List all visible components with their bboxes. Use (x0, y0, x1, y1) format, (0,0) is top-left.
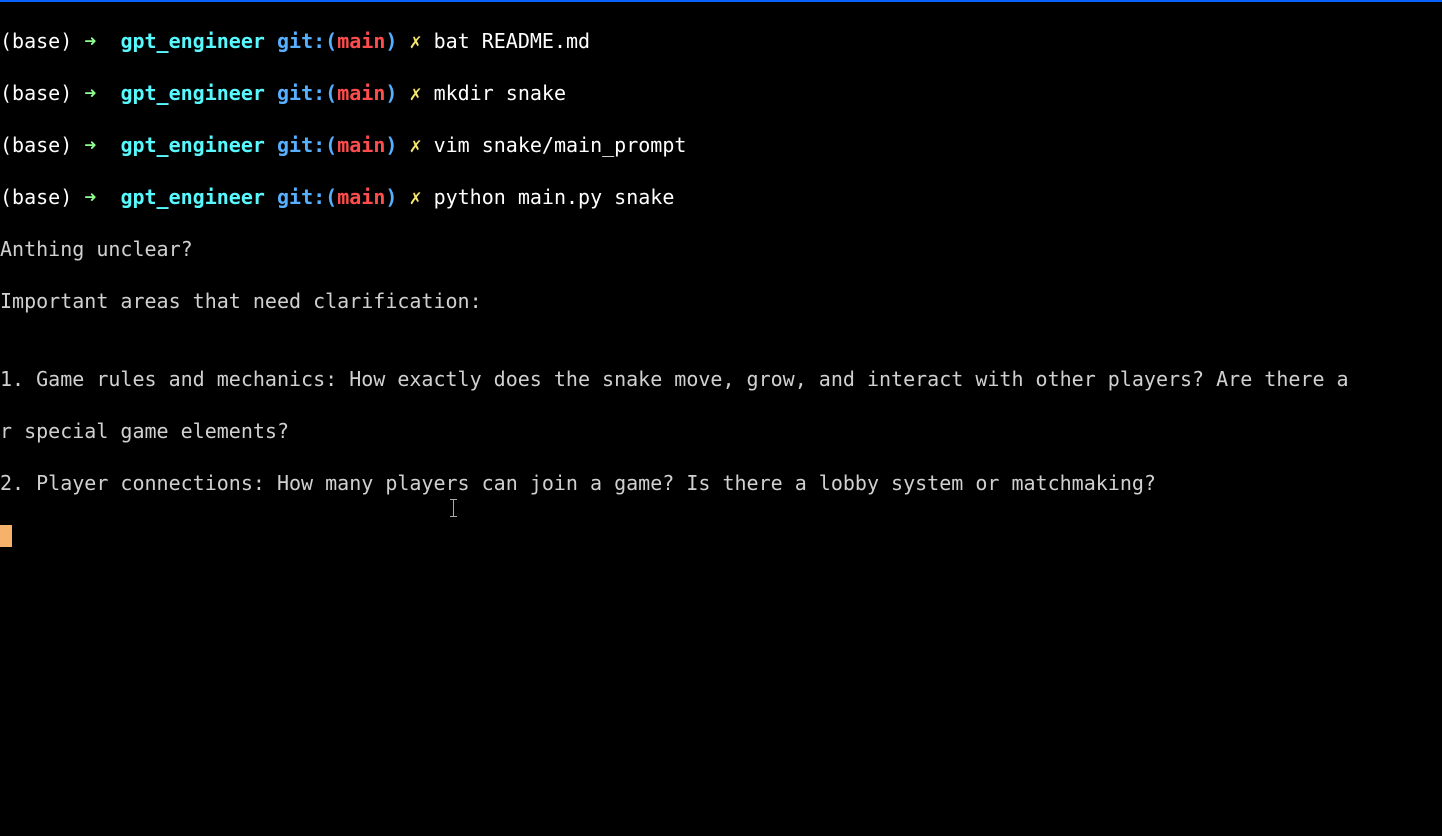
git-paren-close: ) (385, 29, 397, 53)
git-paren-close: ) (385, 81, 397, 105)
git-branch: main (337, 29, 385, 53)
git-dirty-icon: ✗ (409, 81, 421, 105)
conda-env: (base) (0, 185, 72, 209)
command-text: vim snake/main_prompt (434, 133, 687, 157)
cwd: gpt_engineer (120, 133, 265, 157)
cwd: gpt_engineer (120, 29, 265, 53)
program-output: 1. Game rules and mechanics: How exactly… (0, 366, 1442, 392)
git-branch: main (337, 81, 385, 105)
git-paren-open: ( (325, 81, 337, 105)
prompt-line: (base) ➜ gpt_engineer git:(main) ✗ pytho… (0, 184, 1442, 210)
conda-env: (base) (0, 133, 72, 157)
terminal-output[interactable]: (base) ➜ gpt_engineer git:(main) ✗ bat R… (0, 2, 1442, 574)
program-output: Anthing unclear? (0, 236, 1442, 262)
git-branch: main (337, 185, 385, 209)
git-paren-open: ( (325, 185, 337, 209)
git-label: git: (277, 133, 325, 157)
command-text: mkdir snake (434, 81, 566, 105)
command-text: python main.py snake (434, 185, 675, 209)
program-output: Important areas that need clarification: (0, 288, 1442, 314)
git-label: git: (277, 185, 325, 209)
conda-env: (base) (0, 29, 72, 53)
prompt-line: (base) ➜ gpt_engineer git:(main) ✗ bat R… (0, 28, 1442, 54)
prompt-line: (base) ➜ gpt_engineer git:(main) ✗ mkdir… (0, 80, 1442, 106)
command-text: bat README.md (434, 29, 591, 53)
git-label: git: (277, 29, 325, 53)
git-paren-close: ) (385, 133, 397, 157)
prompt-arrow-icon: ➜ (84, 133, 96, 157)
prompt-arrow-icon: ➜ (84, 29, 96, 53)
cwd: gpt_engineer (120, 185, 265, 209)
input-line[interactable] (0, 522, 1442, 548)
conda-env: (base) (0, 81, 72, 105)
git-dirty-icon: ✗ (409, 29, 421, 53)
git-paren-open: ( (325, 133, 337, 157)
prompt-arrow-icon: ➜ (84, 185, 96, 209)
git-paren-open: ( (325, 29, 337, 53)
cwd: gpt_engineer (120, 81, 265, 105)
git-dirty-icon: ✗ (409, 185, 421, 209)
terminal-cursor (0, 525, 12, 547)
git-dirty-icon: ✗ (409, 133, 421, 157)
prompt-line: (base) ➜ gpt_engineer git:(main) ✗ vim s… (0, 132, 1442, 158)
git-branch: main (337, 133, 385, 157)
program-output: 2. Player connections: How many players … (0, 470, 1442, 496)
prompt-arrow-icon: ➜ (84, 81, 96, 105)
program-output: r special game elements? (0, 418, 1442, 444)
git-label: git: (277, 81, 325, 105)
git-paren-close: ) (385, 185, 397, 209)
